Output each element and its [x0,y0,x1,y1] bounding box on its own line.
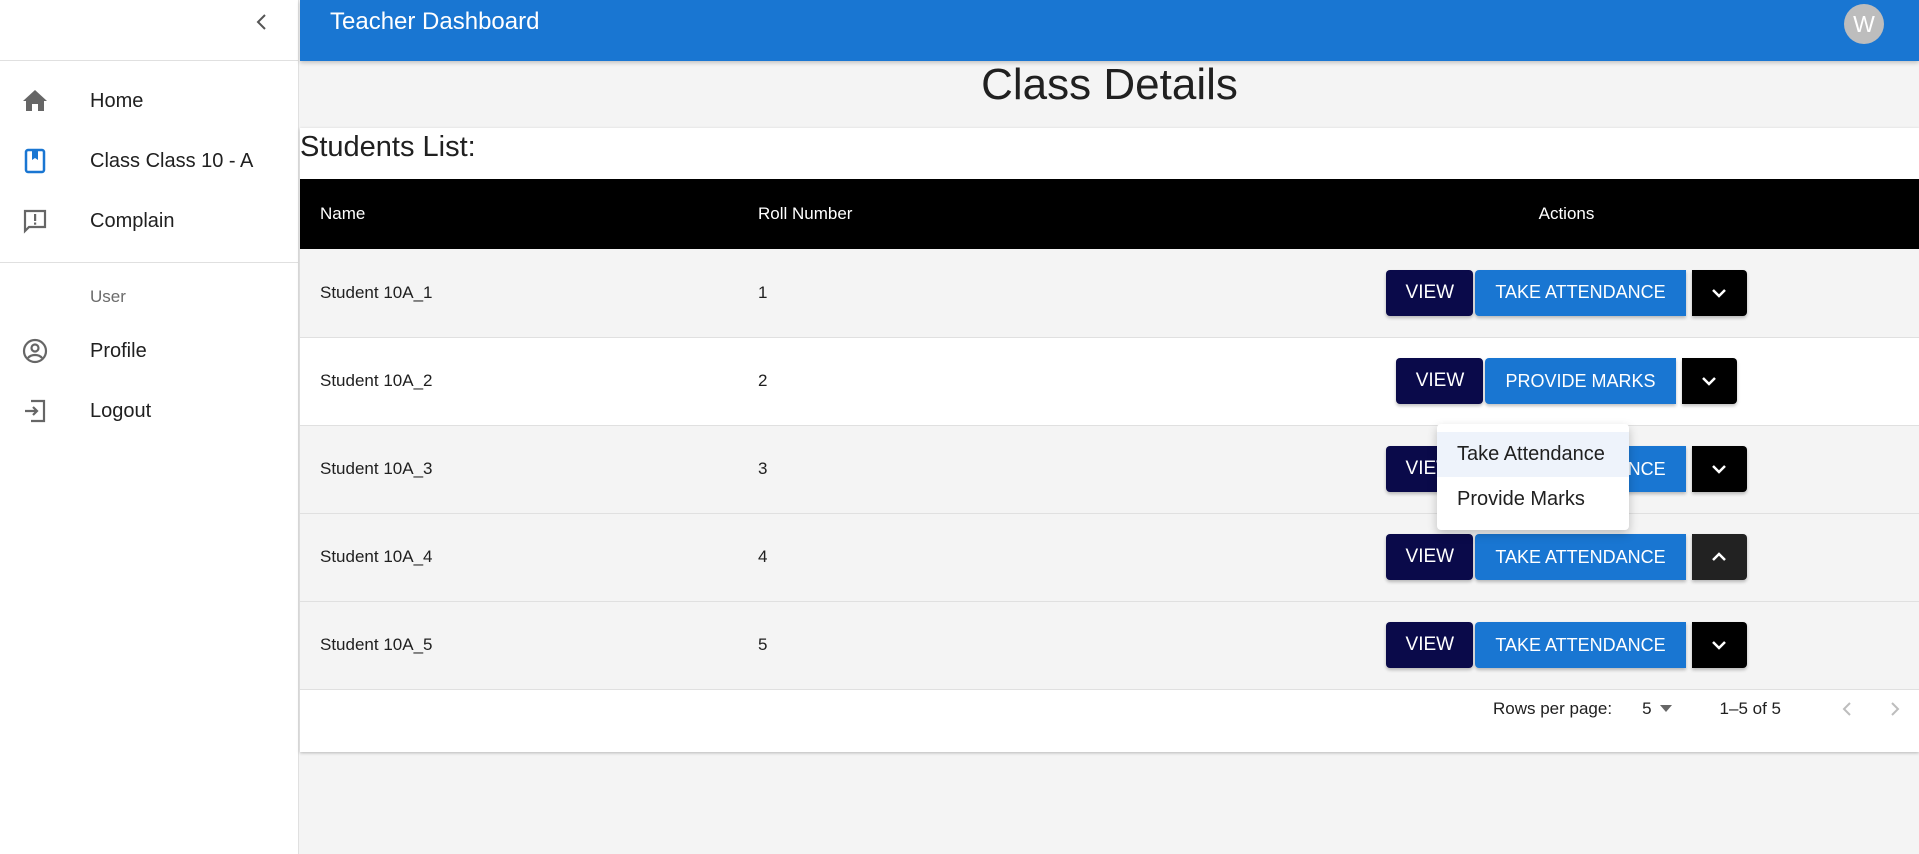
chevron-down-icon [1712,641,1727,650]
app-title: Teacher Dashboard [330,8,540,35]
table-row: Student 10A_1 1 VIEW TAKE ATTENDANCE [300,249,1919,337]
roll-number: 4 [758,547,768,566]
students-list-title: Students List: [300,131,476,163]
action-menu-toggle[interactable] [1691,534,1747,580]
students-panel: Students List: Name Roll Number Actions … [300,128,1919,752]
table-row: Student 10A_5 5 VIEW TAKE ATTENDANCE [300,601,1919,689]
action-dropdown-menu: Take Attendance Provide Marks [1437,424,1629,530]
logout-icon [20,396,50,426]
student-name: Student 10A_3 [320,459,433,478]
table-row: Student 10A_4 4 VIEW TAKE ATTENDANCE [300,513,1919,601]
row-actions: VIEW TAKE ATTENDANCE [1214,249,1919,337]
rows-per-page-select[interactable]: 5 [1642,699,1672,719]
user-subheader: User [90,287,126,306]
view-button[interactable]: VIEW [1386,534,1474,580]
view-button[interactable]: VIEW [1386,269,1474,316]
student-name: Student 10A_4 [320,547,433,566]
students-table: Name Roll Number Actions Student 10A_1 1… [300,179,1919,690]
view-button[interactable]: VIEW [1386,622,1474,668]
rows-per-page-label: Rows per page: [1493,699,1613,718]
announcement-icon [20,206,50,236]
app-bar: Teacher Dashboard W [300,0,1919,61]
avatar[interactable]: W [1844,4,1884,44]
page-range: 1–5 of 5 [1719,699,1781,718]
provide-marks-button[interactable]: PROVIDE MARKS [1485,358,1676,404]
column-header-name: Name [320,204,366,223]
chevron-left-icon [256,14,266,30]
next-page-button[interactable] [1871,689,1919,729]
student-name: Student 10A_1 [320,282,433,302]
action-menu-toggle[interactable] [1691,446,1747,492]
roll-number: 3 [758,459,768,478]
sidebar-header [0,0,298,61]
take-attendance-button[interactable]: TAKE ATTENDANCE [1475,534,1686,580]
sidebar: Home Class Class 10 - A Complain User Pr… [0,0,299,854]
sidebar-item-label: Class Class 10 - A [90,149,254,172]
sidebar-item-class[interactable]: Class Class 10 - A [0,131,298,191]
table-row: Student 10A_3 3 VIEW TAKE ATTENDANCE [300,425,1919,513]
caret-down-icon [1659,705,1672,712]
column-header-roll: Roll Number [758,204,853,223]
chevron-down-icon [1712,288,1727,298]
row-actions: VIEW TAKE ATTENDANCE [1214,601,1919,689]
roll-number: 2 [758,371,768,390]
sidebar-item-label: Profile [90,339,147,362]
action-menu-toggle[interactable] [1691,269,1747,316]
sidebar-item-label: Complain [90,209,175,232]
take-attendance-button[interactable]: TAKE ATTENDANCE [1475,622,1686,668]
sidebar-item-complain[interactable]: Complain [0,191,298,251]
sidebar-item-label: Home [90,89,144,112]
chevron-right-icon [1891,702,1900,716]
sidebar-item-label: Logout [90,399,152,422]
action-menu-toggle[interactable] [1681,358,1737,404]
previous-page-button[interactable] [1823,689,1871,729]
roll-number: 1 [758,282,768,302]
class-icon [20,146,50,176]
sidebar-item-profile[interactable]: Profile [0,321,298,381]
sidebar-item-logout[interactable]: Logout [0,381,298,441]
view-button[interactable]: VIEW [1396,358,1484,404]
roll-number: 5 [758,635,768,654]
student-name: Student 10A_5 [320,635,433,654]
account-circle-icon [20,336,50,366]
action-menu-toggle[interactable] [1691,622,1747,668]
student-name: Student 10A_2 [320,371,433,390]
menu-item-take-attendance[interactable]: Take Attendance [1437,432,1629,477]
table-pagination: Rows per page: 5 1–5 of 5 [1493,683,1919,735]
row-actions: VIEW PROVIDE MARKS [1214,337,1919,425]
page-title: Class Details [981,60,1238,109]
sidebar-item-home[interactable]: Home [0,71,298,131]
menu-item-provide-marks[interactable]: Provide Marks [1437,477,1629,522]
column-header-actions: Actions [1538,204,1595,223]
chevron-down-icon [1702,377,1716,386]
main-nav: Home Class Class 10 - A Complain [0,61,298,263]
chevron-up-icon [1712,552,1727,561]
table-row: Student 10A_2 2 VIEW PROVIDE MARKS [300,337,1919,425]
collapse-sidebar-button[interactable] [246,8,278,36]
take-attendance-button[interactable]: TAKE ATTENDANCE [1475,269,1686,316]
home-icon [20,86,50,116]
rows-per-page-value: 5 [1642,699,1652,718]
chevron-left-icon [1842,702,1851,716]
table-header-row: Name Roll Number Actions [300,179,1919,249]
chevron-down-icon [1712,465,1727,474]
